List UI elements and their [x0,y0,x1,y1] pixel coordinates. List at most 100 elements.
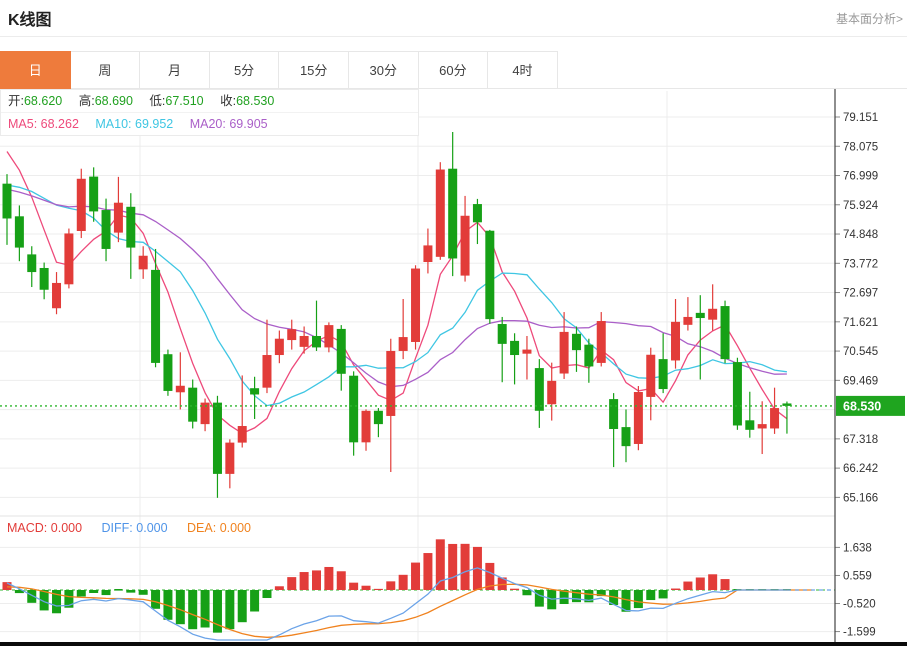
ohlc-row: 开:68.620 高:68.690 低:67.510 收:68.530 [1,90,418,113]
price-tick-label: 76.999 [843,171,878,183]
macd-bar [436,539,445,590]
candle-body [708,309,717,320]
macd-bar [461,544,470,590]
macd-bar [337,571,346,590]
page-title: K线图 [8,6,52,30]
macd-tick-label: 0.559 [843,570,872,582]
ma5-readout: MA5: 68.262 [8,117,79,131]
macd-bar [535,590,544,607]
kline-chart-canvas[interactable]: 79.15178.07576.99975.92474.84873.77272.6… [0,89,907,648]
tab-day[interactable]: 日 [0,51,71,89]
candle-body [349,376,358,443]
candle-body [126,207,135,248]
ma-row: MA5: 68.262 MA10: 69.952 MA20: 69.905 [1,113,418,135]
ma10-readout: MA10: 69.952 [95,117,173,131]
candle-body [238,426,247,443]
price-tick-label: 74.848 [843,229,878,241]
price-tick-label: 78.075 [843,141,878,153]
candle-body [300,336,309,347]
candle-body [411,269,420,342]
macd-bar [374,589,383,590]
macd-bar [176,590,185,624]
low-value: 67.510 [165,94,203,108]
macd-histogram-layer [3,539,791,632]
high-label: 高: [79,94,95,108]
tab-week[interactable]: 周 [70,51,141,89]
candle-body [634,392,643,444]
price-tick-label: 71.621 [843,317,878,329]
price-tick-label: 69.469 [843,375,878,387]
candle-body [510,341,519,355]
ma20-readout: MA20: 69.905 [190,117,268,131]
macd-bar [399,575,408,590]
candle-body [362,411,371,443]
macd-bar [312,570,321,590]
candle-body [622,427,631,446]
tab-15min[interactable]: 15分 [278,51,349,89]
candle-body [485,231,494,319]
kline-page: K线图 基本面分析> 日 周 月 5分 15分 30分 60分 4时 79.15… [0,0,907,649]
dea-line [7,584,787,637]
candle-body [77,179,86,231]
candle-body [374,411,383,424]
period-tabbar: 日 周 月 5分 15分 30分 60分 4时 [0,51,907,89]
fundamental-analysis-link[interactable]: 基本面分析> [836,10,903,27]
candle-body [560,332,569,374]
candle-body [646,355,655,397]
candle-body [448,169,457,259]
candle-body [770,408,779,428]
close-value: 68.530 [236,94,274,108]
macd-bar [126,590,135,593]
candle-body [102,210,111,249]
macd-bar [708,574,717,590]
candle-body [40,268,49,290]
candle-body [584,345,593,367]
candle-body [758,424,767,428]
tab-60min[interactable]: 60分 [418,51,489,89]
bottom-border-bar [0,642,907,646]
macd-bar [448,544,457,590]
candle-body [423,245,432,262]
tab-month[interactable]: 月 [139,51,210,89]
macd-readout: MACD: 0.000 [7,521,82,535]
macd-bar [362,586,371,590]
macd-bar [510,589,519,590]
candle-body [27,254,36,272]
macd-bar [262,590,271,598]
macd-bar [238,590,247,622]
candle-body [52,283,61,308]
candle-body [324,325,333,347]
open-label: 开: [8,94,24,108]
macd-bar [634,590,643,608]
macd-bar [201,590,210,628]
candle-body [659,359,668,389]
candle-body [745,420,754,430]
candle-body [114,203,123,233]
macd-bar [324,567,333,590]
price-tick-label: 73.772 [843,258,878,270]
price-tick-label: 66.242 [843,463,878,475]
tab-4hour[interactable]: 4时 [487,51,558,89]
high-value: 68.690 [95,94,133,108]
candle-body [535,368,544,411]
macd-bar [522,590,531,595]
macd-bar [287,577,296,590]
low-label: 低: [149,94,165,108]
tab-5min[interactable]: 5分 [209,51,280,89]
candle-body [225,443,234,474]
macd-info-box: MACD: 0.000 DIFF: 0.000 DEA: 0.000 [7,518,267,538]
candle-body [250,388,259,394]
price-tick-label: 75.924 [843,200,879,212]
macd-bar [671,589,680,590]
candle-body [671,322,680,361]
macd-bar [349,583,358,590]
price-tick-label: 72.697 [843,288,878,300]
tab-30min[interactable]: 30分 [348,51,419,89]
diff-readout: DIFF: 0.000 [102,521,168,535]
chart-area[interactable]: 79.15178.07576.99975.92474.84873.77272.6… [0,89,907,648]
macd-bar [683,582,692,590]
macd-bar [89,590,98,593]
candle-body [696,313,705,318]
candle-body [399,337,408,351]
candles-layer [3,132,792,498]
